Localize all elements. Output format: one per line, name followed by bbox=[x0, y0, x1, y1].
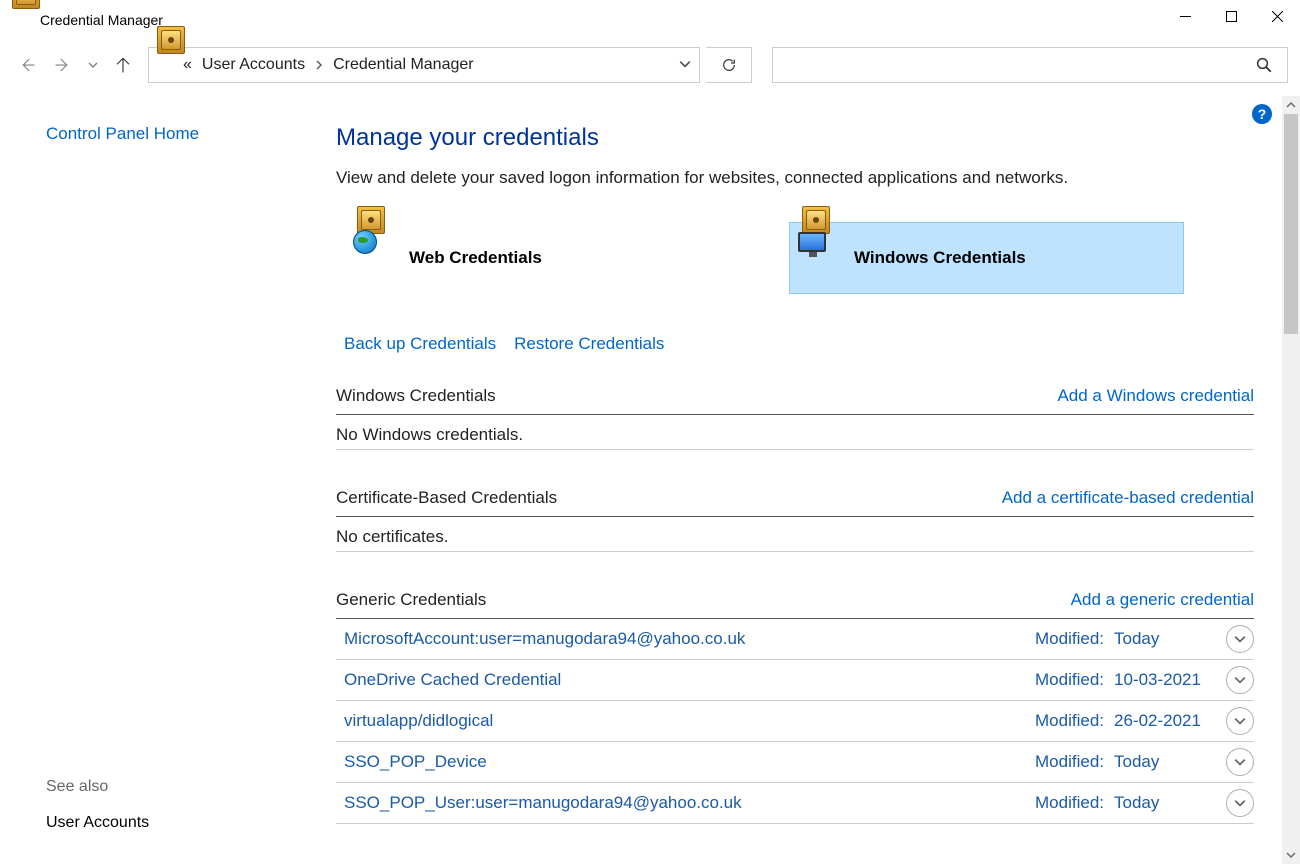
backup-credentials-link[interactable]: Back up Credentials bbox=[344, 334, 496, 354]
expand-button[interactable] bbox=[1226, 707, 1254, 735]
minimize-icon bbox=[1180, 11, 1191, 22]
expand-button[interactable] bbox=[1226, 748, 1254, 776]
window-title: Credential Manager bbox=[40, 12, 163, 28]
modified-label: Modified: bbox=[1035, 670, 1104, 690]
modified-label: Modified: bbox=[1035, 629, 1104, 649]
vertical-scrollbar[interactable] bbox=[1282, 96, 1300, 864]
page-description: View and delete your saved logon informa… bbox=[336, 168, 1254, 188]
search-icon bbox=[1255, 56, 1273, 74]
refresh-button[interactable] bbox=[706, 47, 752, 83]
credential-name: OneDrive Cached Credential bbox=[344, 670, 1035, 690]
breadcrumb-prefix: « bbox=[183, 56, 192, 74]
windows-credentials-label: Windows Credentials bbox=[854, 248, 1026, 268]
expand-button[interactable] bbox=[1226, 789, 1254, 817]
chevron-down-icon bbox=[1234, 797, 1246, 809]
credential-name: MicrosoftAccount:user=manugodara94@yahoo… bbox=[344, 629, 1035, 649]
restore-credentials-link[interactable]: Restore Credentials bbox=[514, 334, 664, 354]
chevron-down-icon bbox=[1234, 674, 1246, 686]
address-dropdown[interactable] bbox=[679, 57, 691, 74]
generic-credentials-list: MicrosoftAccount:user=manugodara94@yahoo… bbox=[336, 619, 1254, 824]
sidebar: Control Panel Home See also User Account… bbox=[0, 96, 310, 864]
chevron-down-icon bbox=[679, 58, 691, 70]
see-also-label: See also bbox=[46, 778, 108, 796]
back-button[interactable] bbox=[12, 50, 42, 80]
credential-name: SSO_POP_Device bbox=[344, 752, 1035, 772]
add-certificate-credential-link[interactable]: Add a certificate-based credential bbox=[1002, 488, 1254, 508]
chevron-down-icon bbox=[1234, 715, 1246, 727]
recent-dropdown[interactable] bbox=[84, 50, 102, 80]
generic-credentials-section-header: Generic Credentials Add a generic creden… bbox=[336, 586, 1254, 619]
nav-toolbar: « User Accounts Credential Manager bbox=[0, 40, 1300, 90]
certificate-credentials-empty: No certificates. bbox=[336, 517, 1254, 552]
credential-row[interactable]: SSO_POP_User:user=manugodara94@yahoo.co.… bbox=[336, 783, 1254, 824]
certificate-credentials-section-header: Certificate-Based Credentials Add a cert… bbox=[336, 484, 1254, 517]
title-bar: Credential Manager bbox=[0, 0, 1300, 40]
minimize-button[interactable] bbox=[1162, 0, 1208, 32]
modified-date: 10-03-2021 bbox=[1114, 670, 1224, 690]
chevron-right-icon bbox=[315, 60, 323, 70]
breadcrumb-item[interactable]: User Accounts bbox=[202, 56, 305, 74]
windows-credentials-tab[interactable]: Windows Credentials bbox=[789, 222, 1184, 294]
section-title: Certificate-Based Credentials bbox=[336, 488, 557, 508]
credential-row[interactable]: MicrosoftAccount:user=manugodara94@yahoo… bbox=[336, 619, 1254, 660]
section-title: Windows Credentials bbox=[336, 386, 496, 406]
modified-date: 26-02-2021 bbox=[1114, 711, 1224, 731]
forward-button[interactable] bbox=[48, 50, 78, 80]
modified-date: Today bbox=[1114, 793, 1224, 813]
app-icon bbox=[10, 9, 32, 31]
windows-credentials-section-header: Windows Credentials Add a Windows creden… bbox=[336, 382, 1254, 415]
main-content: Manage your credentials View and delete … bbox=[310, 96, 1300, 864]
windows-credentials-empty: No Windows credentials. bbox=[336, 415, 1254, 450]
credential-name: SSO_POP_User:user=manugodara94@yahoo.co.… bbox=[344, 793, 1035, 813]
chevron-down-icon bbox=[88, 60, 98, 70]
arrow-up-icon bbox=[114, 56, 132, 74]
maximize-button[interactable] bbox=[1208, 0, 1254, 32]
modified-date: Today bbox=[1114, 752, 1224, 772]
section-title: Generic Credentials bbox=[336, 590, 486, 610]
address-bar[interactable]: « User Accounts Credential Manager bbox=[148, 47, 700, 83]
arrow-right-icon bbox=[54, 56, 72, 74]
close-icon bbox=[1272, 11, 1283, 22]
web-credentials-label: Web Credentials bbox=[409, 248, 542, 268]
help-button[interactable]: ? bbox=[1252, 104, 1272, 124]
search-box[interactable] bbox=[772, 47, 1288, 83]
modified-label: Modified: bbox=[1035, 711, 1104, 731]
refresh-icon bbox=[721, 57, 737, 73]
credential-name: virtualapp/didlogical bbox=[344, 711, 1035, 731]
modified-date: Today bbox=[1114, 629, 1224, 649]
location-icon bbox=[155, 54, 177, 76]
modified-label: Modified: bbox=[1035, 752, 1104, 772]
scroll-thumb[interactable] bbox=[1284, 114, 1298, 334]
expand-button[interactable] bbox=[1226, 625, 1254, 653]
web-credentials-tab[interactable]: Web Credentials bbox=[344, 222, 739, 294]
chevron-down-icon bbox=[1286, 850, 1296, 860]
control-panel-home-link[interactable]: Control Panel Home bbox=[46, 124, 199, 143]
chevron-down-icon bbox=[1234, 756, 1246, 768]
expand-button[interactable] bbox=[1226, 666, 1254, 694]
close-button[interactable] bbox=[1254, 0, 1300, 32]
scroll-down-arrow[interactable] bbox=[1282, 846, 1300, 864]
chevron-up-icon bbox=[1286, 100, 1296, 110]
web-credentials-icon bbox=[355, 234, 403, 282]
add-windows-credential-link[interactable]: Add a Windows credential bbox=[1057, 386, 1254, 406]
chevron-down-icon bbox=[1234, 633, 1246, 645]
modified-label: Modified: bbox=[1035, 793, 1104, 813]
arrow-left-icon bbox=[18, 56, 36, 74]
page-title: Manage your credentials bbox=[336, 124, 1254, 152]
windows-credentials-icon bbox=[800, 234, 848, 282]
credential-row[interactable]: OneDrive Cached CredentialModified: 10-03… bbox=[336, 660, 1254, 701]
credential-row[interactable]: virtualapp/didlogicalModified: 26-02-2021 bbox=[336, 701, 1254, 742]
breadcrumb-item[interactable]: Credential Manager bbox=[333, 56, 474, 74]
up-button[interactable] bbox=[108, 50, 138, 80]
maximize-icon bbox=[1226, 11, 1237, 22]
see-also-user-accounts[interactable]: User Accounts bbox=[46, 814, 149, 832]
add-generic-credential-link[interactable]: Add a generic credential bbox=[1071, 590, 1254, 610]
credential-row[interactable]: SSO_POP_DeviceModified: Today bbox=[336, 742, 1254, 783]
scroll-up-arrow[interactable] bbox=[1282, 96, 1300, 114]
